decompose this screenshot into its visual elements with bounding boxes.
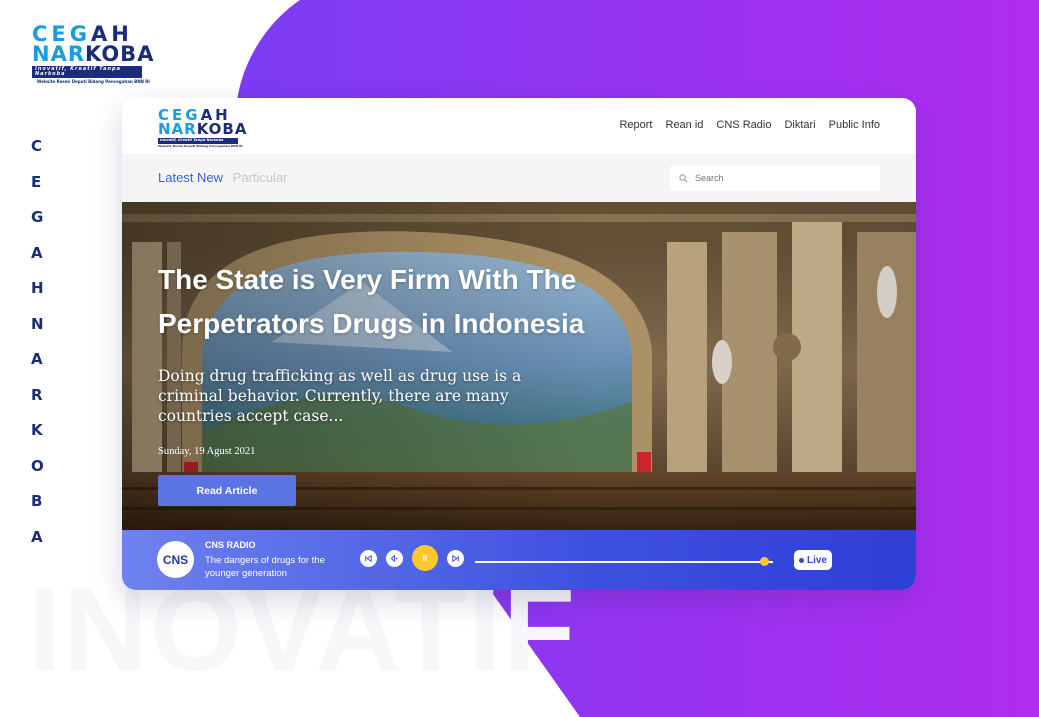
side-letter: K [31, 421, 43, 439]
header-logo-tagline: Inovatif, Kreatif Tanpa Narkoba [158, 138, 238, 144]
side-letter: R [31, 385, 43, 404]
search-box[interactable] [670, 165, 880, 191]
header-logo[interactable]: CEGAH NARKOBA Inovatif, Kreatif Tanpa Na… [158, 108, 247, 148]
radio-title: CNS RADIO [205, 540, 256, 550]
header-logo-subline: Website Resmi Deputi Bidang Pencegahan B… [158, 143, 243, 148]
side-letter: C [31, 137, 43, 155]
side-letter: G [31, 208, 44, 226]
side-letter: A [31, 243, 43, 262]
hero-description: Doing drug trafficking as well as drug u… [158, 367, 522, 425]
live-dot-icon [798, 557, 804, 563]
side-letter: E [31, 172, 42, 191]
tab-latest-new[interactable]: Latest New [158, 170, 223, 185]
pause-icon: II [422, 553, 428, 563]
live-label: Live [806, 554, 827, 566]
side-letter: A [31, 350, 43, 368]
nav-item-cns-radio[interactable]: CNS Radio [716, 119, 771, 131]
side-letter: O [31, 456, 44, 475]
progress-fill [475, 561, 765, 563]
vertical-brand-letters: C E G A H N A R K O B A [31, 137, 51, 563]
next-button[interactable] [447, 550, 464, 567]
side-letter: A [31, 527, 43, 546]
tab-particular[interactable]: Particular [233, 170, 288, 185]
progress-track[interactable] [475, 561, 773, 563]
search-input[interactable] [693, 172, 867, 184]
nav-item-public-info[interactable]: Public Info [829, 119, 880, 131]
cns-radio-logo[interactable]: CNS [157, 541, 194, 578]
radio-subtitle: The dangers of drugs for the younger gen… [205, 555, 325, 579]
prev-icon [365, 554, 372, 563]
rewind-button[interactable] [386, 550, 403, 567]
brand-logo[interactable]: CEGAH NARKOBA Inovatif, Kreatif Tanpa Na… [32, 24, 154, 84]
search-icon [679, 173, 688, 182]
hero-date: Sunday, 19 Agust 2021 [158, 446, 256, 457]
logo-tagline: Inovatif, Kreatif Tanpa Narkoba [32, 66, 142, 78]
main-nav: Report Rean id CNS Radio Diktari Public … [619, 119, 880, 131]
side-letter: N [31, 314, 44, 333]
next-icon [452, 554, 459, 563]
pause-button[interactable]: II [412, 545, 438, 571]
radio-player-bar: CNS CNS RADIO The dangers of drugs for t… [122, 530, 916, 590]
hero-banner: The State is Very Firm With The Perpetra… [122, 202, 916, 530]
progress-thumb[interactable] [759, 557, 769, 566]
prev-button[interactable] [360, 550, 377, 567]
nav-item-diktari[interactable]: Diktari [784, 119, 815, 131]
logo-subline: Website Resmi Deputi Bidang Pencegahan B… [37, 79, 150, 84]
rewind-icon [390, 554, 398, 563]
header: CEGAH NARKOBA Inovatif, Kreatif Tanpa Na… [122, 98, 916, 154]
sub-header: Latest New Particular [122, 154, 916, 202]
hero-title: The State is Very Firm With The Perpetra… [158, 264, 585, 339]
live-badge[interactable]: Live [794, 550, 832, 570]
logo-line2: NARKOBA [32, 42, 155, 66]
side-letter: H [31, 279, 44, 297]
read-article-button[interactable]: Read Article [158, 475, 296, 506]
website-mockup-card: CEGAH NARKOBA Inovatif, Kreatif Tanpa Na… [122, 98, 916, 590]
nav-item-report[interactable]: Report [619, 119, 652, 131]
news-tabs: Latest New Particular [158, 170, 288, 185]
nav-item-rean-id[interactable]: Rean id [666, 119, 704, 131]
side-letter: B [31, 492, 43, 510]
